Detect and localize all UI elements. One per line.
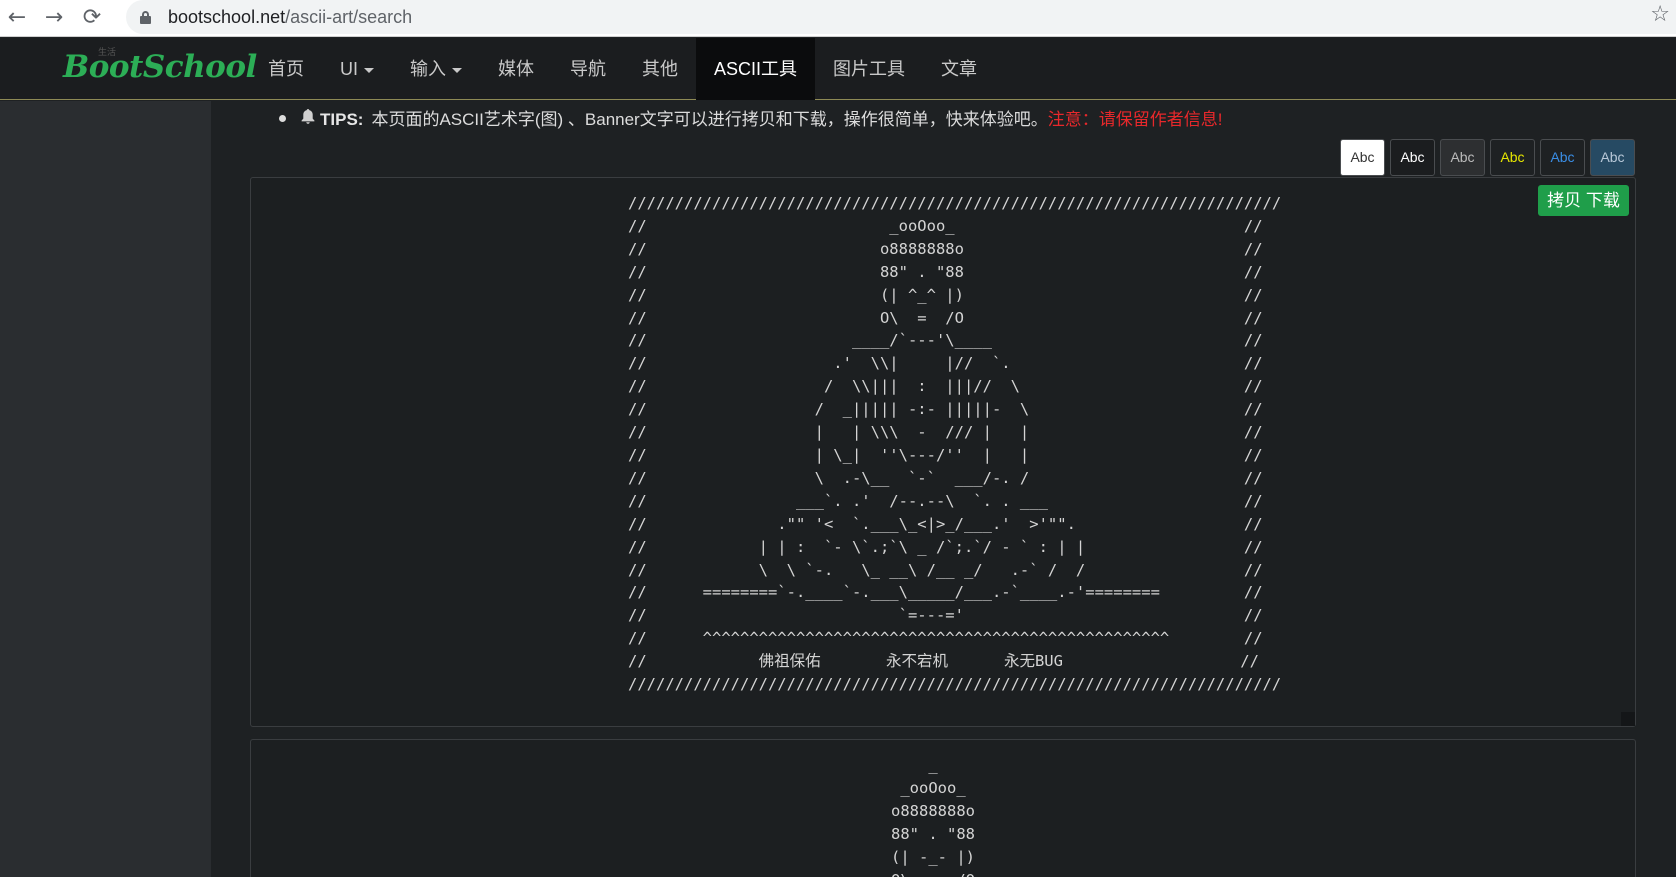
theme-button[interactable]: Abc [1590, 139, 1635, 176]
theme-switcher: Abc Abc Abc Abc Abc Abc [1340, 139, 1635, 176]
ascii-art-card: ////////////////////////////////////////… [250, 177, 1636, 727]
resize-handle[interactable] [1621, 712, 1635, 726]
list-bullet [279, 115, 286, 123]
nav-item-ascii-tools[interactable]: ASCII工具 [696, 38, 816, 100]
browser-toolbar: ← → ⟳ bootschool.net/ascii-art/search ☆ [0, 0, 1676, 37]
back-arrow-icon[interactable]: ← [4, 5, 30, 31]
copy-download-button[interactable]: 拷贝 下载 [1538, 185, 1629, 216]
address-bar[interactable]: bootschool.net/ascii-art/search ☆ [126, 0, 1676, 34]
tips-notice: TIPS: 本页面的ASCII艺术字(图) 、Banner文字可以进行拷贝和下载，… [279, 105, 1222, 132]
theme-button[interactable]: Abc [1390, 139, 1435, 176]
site-navbar: 生活 BootSchool 首页 UI 输入 媒体 导航 其他 ASCII工具 … [0, 38, 1676, 100]
tips-warning: 注意：请保留作者信息! [1047, 110, 1223, 129]
lock-icon[interactable] [140, 11, 151, 24]
left-sidebar [0, 101, 211, 877]
nav-item-home[interactable]: 首页 [250, 38, 322, 100]
theme-button[interactable]: Abc [1440, 139, 1485, 176]
ascii-art-text[interactable]: _ _ooOoo_ o8888888o 88" . "88 (| -_- |) … [891, 754, 975, 877]
theme-button[interactable]: Abc [1490, 139, 1535, 176]
nav-item-articles[interactable]: 文章 [923, 38, 995, 100]
forward-arrow-icon[interactable]: → [41, 5, 67, 31]
bell-icon [300, 108, 316, 130]
tips-text: 本页面的ASCII艺术字(图) 、Banner文字可以进行拷贝和下载，操作很简单… [371, 110, 1048, 129]
caret-down-icon [452, 67, 462, 73]
caret-down-icon [364, 67, 374, 73]
url-text[interactable]: bootschool.net/ascii-art/search [168, 7, 412, 28]
theme-button[interactable]: Abc [1540, 139, 1585, 176]
nav-item-media[interactable]: 媒体 [480, 38, 552, 100]
tips-label: TIPS: [320, 110, 364, 129]
theme-button[interactable]: Abc [1340, 139, 1385, 176]
site-logo[interactable]: BootSchool [63, 49, 257, 85]
reload-icon[interactable]: ⟳ [79, 5, 105, 31]
ascii-art-card: _ _ooOoo_ o8888888o 88" . "88 (| -_- |) … [250, 739, 1636, 877]
nav-item-input[interactable]: 输入 [392, 38, 480, 100]
bookmark-star-icon[interactable]: ☆ [1650, 2, 1670, 27]
nav-menu: 首页 UI 输入 媒体 导航 其他 ASCII工具 图片工具 文章 [250, 38, 995, 100]
ascii-art-text[interactable]: ////////////////////////////////////////… [628, 192, 1281, 696]
nav-item-image-tools[interactable]: 图片工具 [815, 38, 923, 100]
main-content: TIPS: 本页面的ASCII艺术字(图) 、Banner文字可以进行拷贝和下载，… [211, 101, 1676, 877]
nav-item-ui[interactable]: UI [322, 38, 392, 100]
nav-item-other[interactable]: 其他 [624, 38, 696, 100]
nav-item-navigation[interactable]: 导航 [552, 38, 624, 100]
